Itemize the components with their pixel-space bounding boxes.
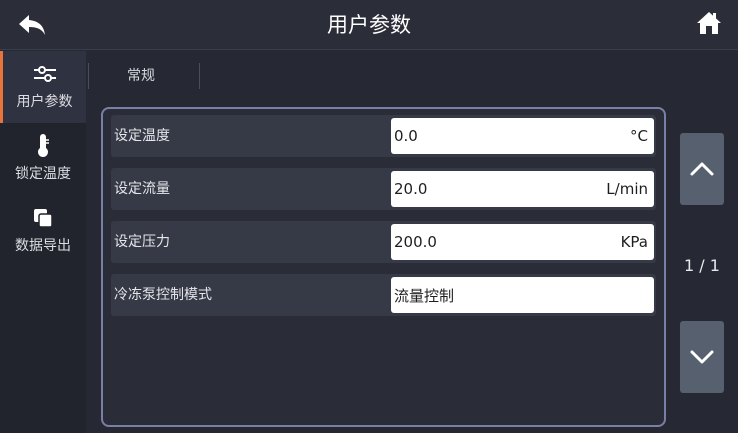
header-bar: 用户参数 (0, 0, 738, 50)
tab-divider (199, 63, 200, 89)
sidebar-item-label: 数据导出 (15, 238, 71, 254)
thermometer-icon (35, 134, 51, 157)
tab-general[interactable]: 常规 (106, 51, 176, 101)
param-label: 设定压力 (114, 234, 170, 250)
param-unit: KPa (620, 233, 648, 251)
temperature-input[interactable]: 0.0 °C (391, 118, 654, 154)
sidebar-item-data-export[interactable]: 数据导出 (0, 195, 86, 267)
param-row-pump-mode: 冷冻泵控制模式 流量控制 (111, 274, 656, 316)
chevron-up-icon (690, 162, 714, 176)
param-unit: L/min (606, 180, 648, 198)
app-window: 用户参数 用户参数 锁定温度 数据导出 常规 设定温度 0.0 °C 设定流量 … (0, 0, 738, 433)
param-value: 0.0 (394, 127, 418, 145)
sidebar-item-label: 锁定温度 (15, 166, 71, 182)
tab-divider (88, 63, 89, 89)
param-value: 流量控制 (394, 286, 455, 305)
sidebar-item-user-params[interactable]: 用户参数 (0, 51, 86, 123)
page-up-button[interactable] (680, 133, 724, 205)
param-row-flow: 设定流量 20.0 L/min (111, 168, 656, 210)
flow-input[interactable]: 20.0 L/min (391, 171, 654, 207)
back-arrow-icon (19, 15, 45, 35)
page-indicator: 1 / 1 (684, 256, 720, 275)
param-unit: °C (630, 127, 648, 145)
param-value: 20.0 (394, 180, 428, 198)
page-down-button[interactable] (680, 321, 724, 393)
pump-mode-select[interactable]: 流量控制 (391, 277, 654, 313)
home-icon (697, 12, 721, 34)
sliders-icon (32, 63, 58, 85)
sidebar-item-lock-temperature[interactable]: 锁定温度 (0, 123, 86, 195)
param-label: 设定流量 (114, 181, 170, 197)
page-title: 用户参数 (327, 13, 411, 37)
chevron-down-icon (690, 350, 714, 364)
param-value: 200.0 (394, 233, 437, 251)
param-label: 设定温度 (114, 128, 170, 144)
param-row-temperature: 设定温度 0.0 °C (111, 115, 656, 157)
back-button[interactable] (12, 8, 52, 42)
copy-icon (32, 207, 54, 229)
params-panel: 设定温度 0.0 °C 设定流量 20.0 L/min 设定压力 200.0 K… (101, 107, 666, 427)
pressure-input[interactable]: 200.0 KPa (391, 224, 654, 260)
param-label: 冷冻泵控制模式 (114, 287, 212, 303)
tab-bar: 常规 (86, 51, 646, 101)
param-row-pressure: 设定压力 200.0 KPa (111, 221, 656, 263)
home-button[interactable] (692, 6, 726, 40)
sidebar: 用户参数 锁定温度 数据导出 (0, 51, 86, 433)
sidebar-item-label: 用户参数 (16, 94, 73, 110)
